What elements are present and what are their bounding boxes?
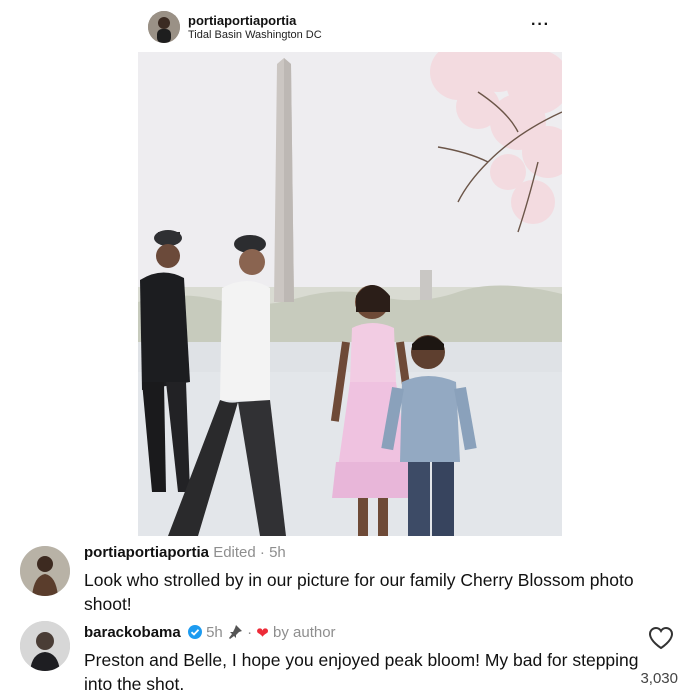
comment-1-text: Look who strolled by in our picture for … xyxy=(84,570,634,614)
like-comment-button[interactable] xyxy=(648,626,674,655)
author-heart-icon: ❤ xyxy=(256,625,269,642)
comment-2-liked-by-author: by author xyxy=(273,624,336,641)
verified-badge-icon xyxy=(187,625,202,639)
post-author-avatar[interactable] xyxy=(148,11,180,43)
comment-1-time: 5h xyxy=(269,544,286,561)
comment-2-avatar[interactable] xyxy=(20,621,70,671)
pin-icon xyxy=(227,624,243,644)
comment-1-avatar[interactable] xyxy=(20,546,70,596)
comment-1-separator: · xyxy=(259,544,265,561)
comment-2: barackobama 5h · ❤ by author Preston and… xyxy=(20,620,680,700)
comment-1-username[interactable]: portiaportiaportia xyxy=(84,544,209,561)
comment-2-separator: · xyxy=(247,624,253,641)
comment-2-like-count: 3,030 xyxy=(640,670,678,687)
more-options-button[interactable]: ··· xyxy=(531,16,550,34)
post-username[interactable]: portiaportiaportia xyxy=(188,13,296,28)
comment-2-time: 5h xyxy=(206,624,223,641)
comment-2-header: barackobama 5h · ❤ by author xyxy=(84,624,336,644)
post-photo[interactable] xyxy=(138,52,562,536)
post-location[interactable]: Tidal Basin Washington DC xyxy=(188,29,322,41)
comment-2-text: Preston and Belle, I hope you enjoyed pe… xyxy=(84,650,639,694)
like-heart-icon xyxy=(648,626,674,654)
comment-1-edited: Edited xyxy=(213,544,256,561)
comment-1: portiaportiaportia Edited · 5h Look who … xyxy=(20,544,680,624)
post-header: portiaportiaportia Tidal Basin Washingto… xyxy=(148,10,568,44)
more-icon: ··· xyxy=(531,16,550,33)
comment-2-username[interactable]: barackobama xyxy=(84,624,181,641)
comment-1-header: portiaportiaportia Edited · 5h xyxy=(84,544,286,561)
